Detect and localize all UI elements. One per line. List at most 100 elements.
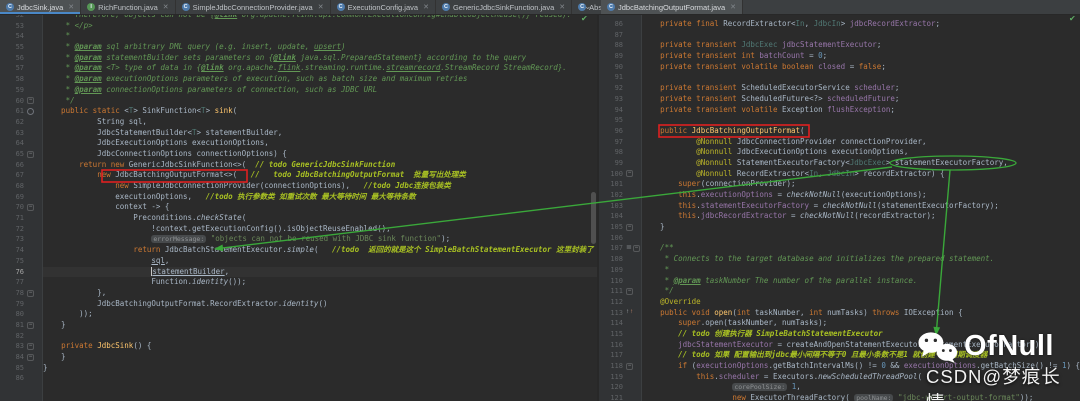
code-line-98[interactable]: 98 @Nonnull JdbcExecutionOptions executi… xyxy=(599,147,1080,158)
fold-icon[interactable]: − xyxy=(27,289,34,297)
gutter-cell[interactable]: 105− xyxy=(599,222,642,233)
code-line-101[interactable]: 101 super(connectionProvider); xyxy=(599,179,1080,190)
gutter-cell[interactable]: 81− xyxy=(0,320,43,331)
gutter-cell[interactable]: 75 xyxy=(0,256,43,267)
tab-close-icon[interactable]: ✕ xyxy=(68,3,74,11)
code-line-114[interactable]: 114 super.open(taskNumber, numTasks); xyxy=(599,318,1080,329)
gutter-cell[interactable]: 82 xyxy=(0,331,43,342)
tab-richfunction-java[interactable]: I RichFunction.java ✕ xyxy=(81,0,176,14)
gutter-cell[interactable]: 87 xyxy=(599,30,642,41)
code-line-92[interactable]: 92 private transient ScheduledExecutorSe… xyxy=(599,83,1080,94)
code-line-73[interactable]: 73 errorMessage: "objects can not be reu… xyxy=(0,234,597,245)
gutter-cell[interactable]: 56 xyxy=(0,53,43,64)
code-line-113[interactable]: 113 ↑ ↑ public void open(int taskNumber, i… xyxy=(599,308,1080,319)
gutter-cell[interactable]: 86 xyxy=(0,373,43,384)
gutter-cell[interactable]: 66 xyxy=(0,160,43,171)
code-line-84[interactable]: 84− } xyxy=(0,352,597,363)
code-line-107[interactable]: 107 ≣ − /** xyxy=(599,243,1080,254)
tab-close-icon[interactable]: ✕ xyxy=(163,3,169,11)
code-line-65[interactable]: 65− JdbcConnectionOptions connectionOpti… xyxy=(0,149,597,160)
code-line-52[interactable]: 52 * Therefore, objects can not be {@lin… xyxy=(0,14,597,21)
code-line-78[interactable]: 78− }, xyxy=(0,288,597,299)
code-line-104[interactable]: 104 this.jdbcRecordExtractor = checkNotN… xyxy=(599,211,1080,222)
gutter-cell[interactable]: 98 xyxy=(599,147,642,158)
override-marker-icon[interactable]: ↑ xyxy=(626,309,629,316)
left-pane-scrollbar-thumb[interactable] xyxy=(591,192,596,244)
gutter-cell[interactable]: 94 xyxy=(599,105,642,116)
code-line-111[interactable]: 111− */ xyxy=(599,286,1080,297)
gutter-cell[interactable]: 67 xyxy=(0,170,43,181)
code-line-93[interactable]: 93 private transient ScheduledFuture<?> … xyxy=(599,94,1080,105)
code-line-110[interactable]: 110 * @param taskNumber The number of th… xyxy=(599,276,1080,287)
gutter-cell[interactable]: 52 xyxy=(0,14,43,21)
hidden-tabs-chevron-icon[interactable]: ⌄ xyxy=(584,0,592,13)
gutter-cell[interactable]: 103 xyxy=(599,201,642,212)
gutter-cell[interactable]: 90 xyxy=(599,62,642,73)
gutter-cell[interactable]: 76 xyxy=(0,267,43,278)
gutter-cell[interactable]: 115 xyxy=(599,329,642,340)
gutter-cell[interactable]: 121 xyxy=(599,393,642,401)
code-line-106[interactable]: 106 xyxy=(599,233,1080,244)
gutter-cell[interactable]: 112 xyxy=(599,297,642,308)
code-line-71[interactable]: 71 Preconditions.checkState( xyxy=(0,213,597,224)
code-line-81[interactable]: 81− } xyxy=(0,320,597,331)
gutter-cell[interactable]: 118− xyxy=(599,361,642,372)
tab-jdbcsink-java[interactable]: C JdbcSink.java ✕ xyxy=(0,0,82,14)
gutter-cell[interactable]: 59 xyxy=(0,85,43,96)
gutter-cell[interactable]: 83− xyxy=(0,341,43,352)
inspection-status-icon[interactable]: ✔ xyxy=(1069,15,1076,23)
gutter-cell[interactable]: 74 xyxy=(0,245,43,256)
code-line-83[interactable]: 83− private JdbcSink() { xyxy=(0,341,597,352)
code-line-82[interactable]: 82 xyxy=(0,331,597,342)
gutter-cell[interactable]: 79 xyxy=(0,299,43,310)
gutter-cell[interactable]: 80 xyxy=(0,309,43,320)
gutter-cell[interactable]: 78− xyxy=(0,288,43,299)
tab-jdbcbatchingoutputformat-java[interactable]: C JdbcBatchingOutputFormat.java ✕ xyxy=(601,0,744,14)
code-line-53[interactable]: 53 * </p> xyxy=(0,21,597,32)
code-line-77[interactable]: 77 Function.identity()); xyxy=(0,277,597,288)
gutter-cell[interactable]: 96 xyxy=(599,126,642,137)
tab-simplejdbcconnectionprovider-java[interactable]: C SimpleJdbcConnectionProvider.java ✕ xyxy=(176,0,331,14)
gutter-cell[interactable]: 93 xyxy=(599,94,642,105)
code-line-64[interactable]: 64 JdbcExecutionOptions executionOptions… xyxy=(0,138,597,149)
gutter-cell[interactable]: 109 xyxy=(599,265,642,276)
tab-genericjdbcsinkfunction-java[interactable]: C GenericJdbcSinkFunction.java ✕ xyxy=(436,0,573,14)
code-line-109[interactable]: 109 * xyxy=(599,265,1080,276)
code-line-62[interactable]: 62 String sql, xyxy=(0,117,597,128)
gutter-cell[interactable]: 101 xyxy=(599,179,642,190)
code-line-102[interactable]: 102 this.executionOptions = checkNotNull… xyxy=(599,190,1080,201)
tab-close-icon[interactable]: ✕ xyxy=(318,3,324,11)
gutter-cell[interactable]: 88 xyxy=(599,40,642,51)
code-line-58[interactable]: 58 * @param executionOptions parameters … xyxy=(0,74,597,85)
code-line-80[interactable]: 80 )); xyxy=(0,309,597,320)
gutter-cell[interactable]: 120 xyxy=(599,382,642,393)
gutter-cell[interactable]: 102 xyxy=(599,190,642,201)
override-marker-icon[interactable]: ↑ xyxy=(630,309,633,316)
fold-icon[interactable]: − xyxy=(626,223,633,231)
gutter-cell[interactable]: 104 xyxy=(599,211,642,222)
gutter-cell[interactable]: 116 xyxy=(599,340,642,351)
left-editor-pane[interactable]: 52 * Therefore, objects can not be {@lin… xyxy=(0,14,597,401)
gutter-cell[interactable]: 69 xyxy=(0,192,43,203)
gutter-cell[interactable]: 113 ↑ ↑ xyxy=(599,308,642,319)
tab-executionconfig-java[interactable]: C ExecutionConfig.java ✕ xyxy=(331,0,436,14)
code-line-86[interactable]: 86 private final RecordExtractor<In, Jdb… xyxy=(599,19,1080,30)
gutter-cell[interactable]: 86 xyxy=(599,19,642,30)
code-line-72[interactable]: 72 !context.getExecutionConfig().isObjec… xyxy=(0,224,597,235)
gutter-cell[interactable]: 68 xyxy=(0,181,43,192)
code-line-99[interactable]: 99 @Nonnull StatementExecutorFactory<Jdb… xyxy=(599,158,1080,169)
tab-close-icon[interactable]: ✕ xyxy=(559,3,565,11)
gutter-cell[interactable]: 54 xyxy=(0,31,43,42)
code-line-85[interactable]: 85} xyxy=(0,363,597,374)
code-line-87[interactable]: 87 xyxy=(599,30,1080,41)
fold-icon[interactable]: − xyxy=(27,343,34,351)
code-line-79[interactable]: 79 JdbcBatchingOutputFormat.RecordExtrac… xyxy=(0,299,597,310)
gutter-cell[interactable]: 57 xyxy=(0,63,43,74)
gutter-cell[interactable]: 58 xyxy=(0,74,43,85)
fold-icon[interactable]: − xyxy=(626,362,633,370)
code-line-97[interactable]: 97 @Nonnull JdbcConnectionProvider conne… xyxy=(599,137,1080,148)
gutter-cell[interactable]: 111− xyxy=(599,286,642,297)
code-line-68[interactable]: 68 new SimpleJdbcConnectionProvider(conn… xyxy=(0,181,597,192)
code-line-57[interactable]: 57 * @param <T> type of data in {@link o… xyxy=(0,63,597,74)
code-line-75[interactable]: 75 sql, xyxy=(0,256,597,267)
